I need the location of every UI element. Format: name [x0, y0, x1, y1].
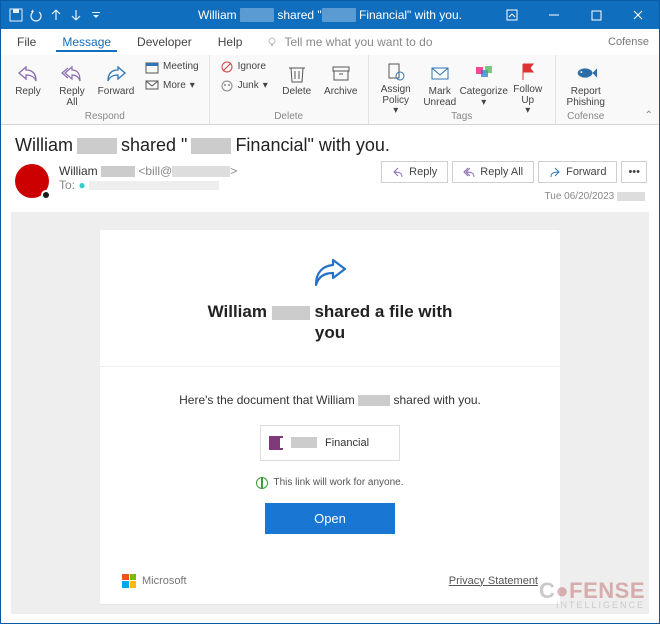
maximize-icon[interactable] [575, 1, 617, 29]
chevron-down-icon: ▾ [190, 81, 195, 92]
meeting-icon [145, 60, 159, 74]
microsoft-icon [122, 574, 136, 588]
from-line: William <bill@> [59, 164, 237, 178]
close-icon[interactable] [617, 1, 659, 29]
reply-all-icon [60, 61, 84, 85]
group-label-cofense: Cofense [567, 111, 604, 122]
qat-dropdown-icon[interactable] [89, 8, 103, 22]
header-reply-all-button[interactable]: Reply All [452, 161, 534, 183]
file-name: Financial [325, 437, 369, 449]
report-phishing-button[interactable]: Report Phishing [562, 58, 610, 110]
reply-icon [16, 61, 40, 85]
privacy-link[interactable]: Privacy Statement [449, 575, 538, 587]
lightbulb-icon [266, 36, 278, 48]
tab-file[interactable]: File [11, 32, 42, 52]
tell-me-placeholder: Tell me what you want to do [284, 35, 432, 49]
ribbon-group-respond: Reply Reply All Forward Meeting More ▾ R… [1, 55, 210, 124]
share-icon [311, 256, 349, 293]
ignore-icon [220, 60, 234, 74]
received-date: Tue 06/20/2023 [545, 191, 645, 202]
junk-button[interactable]: Junk ▾ [216, 77, 272, 95]
action-buttons: Reply Reply All Forward ••• [381, 161, 647, 183]
ribbon-group-delete: Ignore Junk ▾ Delete Archive Delete [210, 55, 369, 124]
header-reply-button[interactable]: Reply [381, 161, 448, 183]
categorize-icon [472, 61, 496, 85]
ellipsis-icon: ••• [628, 166, 640, 178]
tab-developer[interactable]: Developer [131, 32, 198, 52]
group-label-delete: Delete [274, 111, 303, 122]
quick-access-toolbar [1, 8, 111, 22]
fish-icon [574, 61, 598, 85]
share-description: Here's the document that William shared … [140, 393, 520, 407]
reply-button[interactable]: Reply [7, 58, 49, 110]
reply-icon [392, 166, 404, 178]
onenote-icon [269, 436, 283, 450]
from-info: William <bill@> To: ● [59, 164, 237, 192]
avatar[interactable] [15, 164, 49, 198]
brand-label: Cofense [608, 36, 649, 48]
mark-unread-button[interactable]: Mark Unread [419, 58, 461, 110]
chevron-down-icon: ▾ [263, 81, 268, 92]
header-forward-button[interactable]: Forward [538, 161, 617, 183]
down-arrow-icon[interactable] [69, 8, 83, 22]
share-title: William shared a file withyou [140, 301, 520, 344]
titlebar: William XXXX shared "XXXX Financial" wit… [1, 1, 659, 29]
tab-message[interactable]: Message [56, 32, 117, 52]
tab-help[interactable]: Help [212, 32, 249, 52]
chevron-down-icon: ▾ [481, 98, 486, 109]
undo-icon[interactable] [29, 8, 43, 22]
header-more-button[interactable]: ••• [621, 161, 647, 183]
ribbon-group-cofense: Report Phishing Cofense [556, 55, 616, 124]
ribbon-options-icon[interactable] [491, 1, 533, 29]
forward-icon [549, 166, 561, 178]
message-header: Williamshared "Financial" with you. Will… [1, 125, 659, 204]
file-attachment[interactable]: Financial [260, 425, 400, 461]
tell-me-search[interactable]: Tell me what you want to do [266, 35, 432, 49]
ribbon-group-tags: Assign Policy▾ Mark Unread Categorize▾ F… [369, 55, 556, 124]
reply-all-icon [463, 166, 475, 178]
up-arrow-icon[interactable] [49, 8, 63, 22]
microsoft-logo: Microsoft [122, 574, 187, 588]
categorize-button[interactable]: Categorize▾ [463, 58, 505, 110]
flag-icon [516, 61, 540, 83]
collapse-ribbon-icon[interactable]: ⌃ [645, 110, 653, 121]
policy-icon [384, 61, 408, 83]
menu-bar: File Message Developer Help Tell me what… [1, 29, 659, 55]
chevron-down-icon: ▾ [393, 106, 398, 117]
delete-button[interactable]: Delete [276, 58, 318, 110]
meeting-button[interactable]: Meeting [141, 58, 203, 76]
presence-indicator [41, 190, 51, 200]
assign-policy-button[interactable]: Assign Policy▾ [375, 58, 417, 110]
mark-unread-icon [428, 61, 452, 85]
ribbon: Reply Reply All Forward Meeting More ▾ R… [1, 55, 659, 125]
ignore-button[interactable]: Ignore [216, 58, 272, 76]
junk-icon [220, 79, 234, 93]
link-scope-note: This link will work for anyone. [140, 477, 520, 489]
more-icon [145, 79, 159, 93]
globe-icon [256, 477, 268, 489]
subject-line: Williamshared "Financial" with you. [15, 135, 645, 156]
group-label-respond: Respond [85, 111, 125, 122]
message-body: William shared a file withyou Here's the… [11, 212, 649, 614]
window-controls [491, 1, 659, 29]
archive-button[interactable]: Archive [320, 58, 362, 110]
delete-icon [285, 61, 309, 85]
forward-button[interactable]: Forward [95, 58, 137, 110]
save-icon[interactable] [9, 8, 23, 22]
forward-icon [104, 61, 128, 85]
share-card: William shared a file withyou Here's the… [100, 230, 560, 604]
chevron-down-icon: ▾ [525, 106, 530, 117]
archive-icon [329, 61, 353, 85]
minimize-icon[interactable] [533, 1, 575, 29]
more-respond-button[interactable]: More ▾ [141, 77, 203, 95]
follow-up-button[interactable]: Follow Up▾ [507, 58, 549, 110]
to-line: To: ● [59, 178, 237, 192]
group-label-tags: Tags [451, 111, 472, 122]
open-button[interactable]: Open [265, 503, 395, 534]
reply-all-button[interactable]: Reply All [51, 58, 93, 110]
